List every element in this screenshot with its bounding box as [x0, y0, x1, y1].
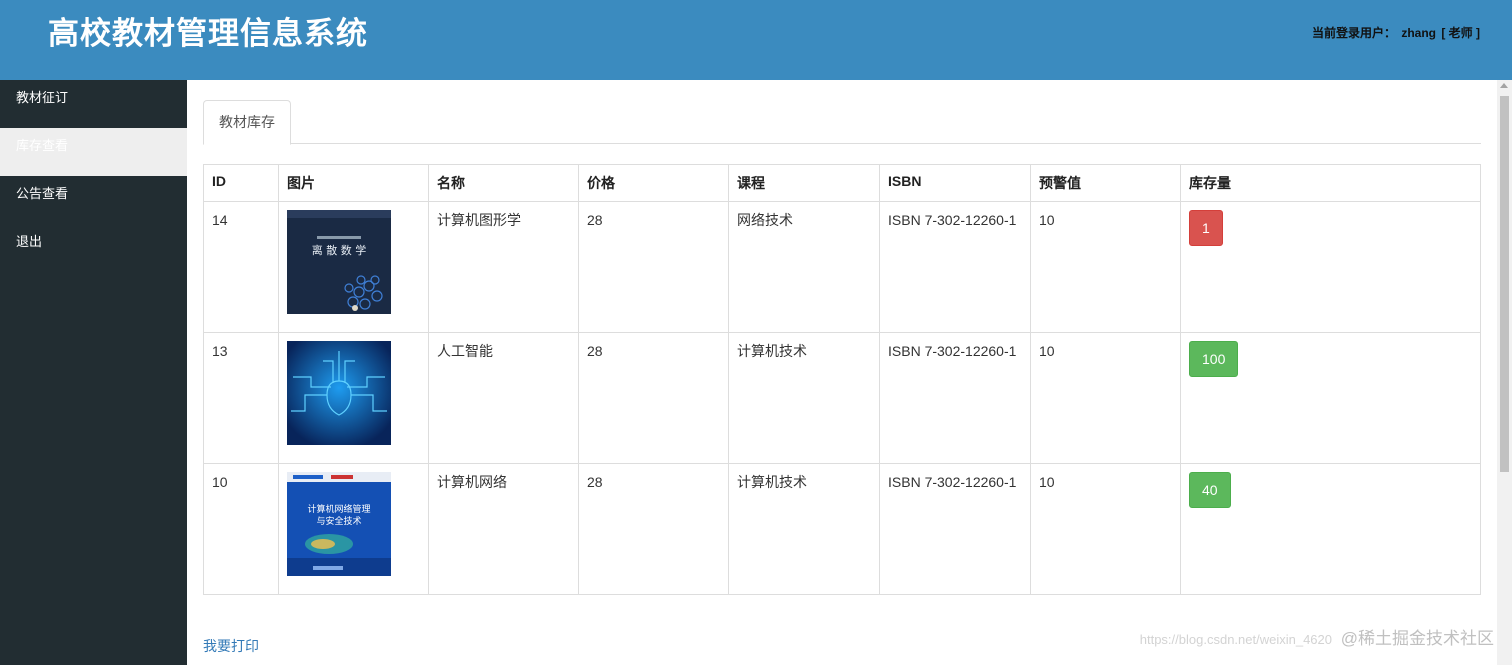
cell-id: 10 — [203, 463, 279, 595]
sidebar-item-inventory[interactable]: 库存查看 — [0, 128, 187, 176]
book-cover-image: 计算机网络管理 与安全技术 — [287, 472, 391, 576]
column-header-stock: 库存量 — [1180, 164, 1481, 202]
watermark-url: https://blog.csdn.net/weixin_4620 — [1139, 632, 1332, 647]
column-header-name: 名称 — [428, 164, 579, 202]
column-header-course: 课程 — [728, 164, 880, 202]
cell-stock: 40 — [1180, 463, 1481, 595]
sidebar: 教材征订 库存查看 公告查看 退出 — [0, 80, 187, 665]
current-user-role: [ 老师 ] — [1441, 26, 1480, 40]
book-cover-image — [287, 341, 391, 445]
current-user-label: 当前登录用户： — [1311, 26, 1396, 40]
cell-name: 计算机图形学 — [428, 201, 579, 333]
vertical-scrollbar[interactable] — [1497, 80, 1512, 665]
cell-name: 计算机网络 — [428, 463, 579, 595]
cell-stock: 100 — [1180, 332, 1481, 464]
sidebar-item-announcements[interactable]: 公告查看 — [0, 176, 187, 224]
scrollbar-thumb[interactable] — [1500, 96, 1509, 472]
table-header-row: ID 图片 名称 价格 课程 ISBN 预警值 库存量 — [203, 164, 1481, 202]
scroll-up-arrow-icon[interactable] — [1500, 83, 1508, 88]
column-header-isbn: ISBN — [879, 164, 1031, 202]
cell-warning: 10 — [1030, 463, 1181, 595]
current-user-name: zhang — [1401, 26, 1436, 40]
cell-image — [278, 332, 429, 464]
print-link[interactable]: 我要打印 — [203, 636, 259, 656]
header-bar: 高校教材管理信息系统 当前登录用户： zhang [ 老师 ] — [0, 0, 1512, 80]
column-header-image: 图片 — [278, 164, 429, 202]
cell-price: 28 — [578, 201, 729, 333]
watermark-text: @稀土掘金技术社区 — [1340, 629, 1494, 648]
current-user-info: 当前登录用户： zhang [ 老师 ] — [1310, 24, 1480, 41]
svg-text:与安全技术: 与安全技术 — [316, 515, 361, 527]
column-header-id: ID — [203, 164, 279, 202]
column-header-price: 价格 — [578, 164, 729, 202]
inventory-table: ID 图片 名称 价格 课程 ISBN 预警值 库存量 14 离 散 数 学 计… — [203, 164, 1481, 595]
sidebar-item-logout[interactable]: 退出 — [0, 224, 187, 272]
cell-price: 28 — [578, 463, 729, 595]
stock-badge[interactable]: 1 — [1189, 210, 1223, 246]
tab-inventory[interactable]: 教材库存 — [203, 100, 291, 145]
main-content: 教材库存 ID 图片 名称 价格 课程 ISBN 预警值 库存量 14 离 散 … — [187, 80, 1497, 665]
cell-id: 13 — [203, 332, 279, 464]
cell-isbn: ISBN 7-302-12260-1 — [879, 463, 1031, 595]
svg-text:计算机网络管理: 计算机网络管理 — [307, 503, 370, 515]
tab-bar: 教材库存 — [203, 100, 1481, 145]
svg-text:离 散 数 学: 离 散 数 学 — [312, 243, 367, 257]
table-row: 10 计算机网络管理 与安全技术 计算机网络 28 计算机技术 ISBN 7-3… — [203, 463, 1481, 595]
stock-badge[interactable]: 100 — [1189, 341, 1239, 377]
cell-name: 人工智能 — [428, 332, 579, 464]
cell-image: 离 散 数 学 — [278, 201, 429, 333]
cell-warning: 10 — [1030, 201, 1181, 333]
cell-price: 28 — [578, 332, 729, 464]
cell-id: 14 — [203, 201, 279, 333]
cell-warning: 10 — [1030, 332, 1181, 464]
watermark: https://blog.csdn.net/weixin_4620 @稀土掘金技… — [1140, 624, 1494, 649]
table-row: 14 离 散 数 学 计算机图形学 28 网络技术 ISBN 7-302-122… — [203, 201, 1481, 333]
cell-image: 计算机网络管理 与安全技术 — [278, 463, 429, 595]
stock-badge[interactable]: 40 — [1189, 472, 1231, 508]
app-title: 高校教材管理信息系统 — [48, 16, 368, 51]
cell-isbn: ISBN 7-302-12260-1 — [879, 201, 1031, 333]
column-header-warning: 预警值 — [1030, 164, 1181, 202]
cell-course: 网络技术 — [728, 201, 880, 333]
cell-course: 计算机技术 — [728, 332, 880, 464]
table-row: 13 人工智能 28 计算机技术 ISBN 7-302-12260-1 10 1… — [203, 332, 1481, 464]
sidebar-item-order[interactable]: 教材征订 — [0, 80, 187, 128]
cell-course: 计算机技术 — [728, 463, 880, 595]
book-cover-image: 离 散 数 学 — [287, 210, 391, 314]
cell-stock: 1 — [1180, 201, 1481, 333]
cell-isbn: ISBN 7-302-12260-1 — [879, 332, 1031, 464]
